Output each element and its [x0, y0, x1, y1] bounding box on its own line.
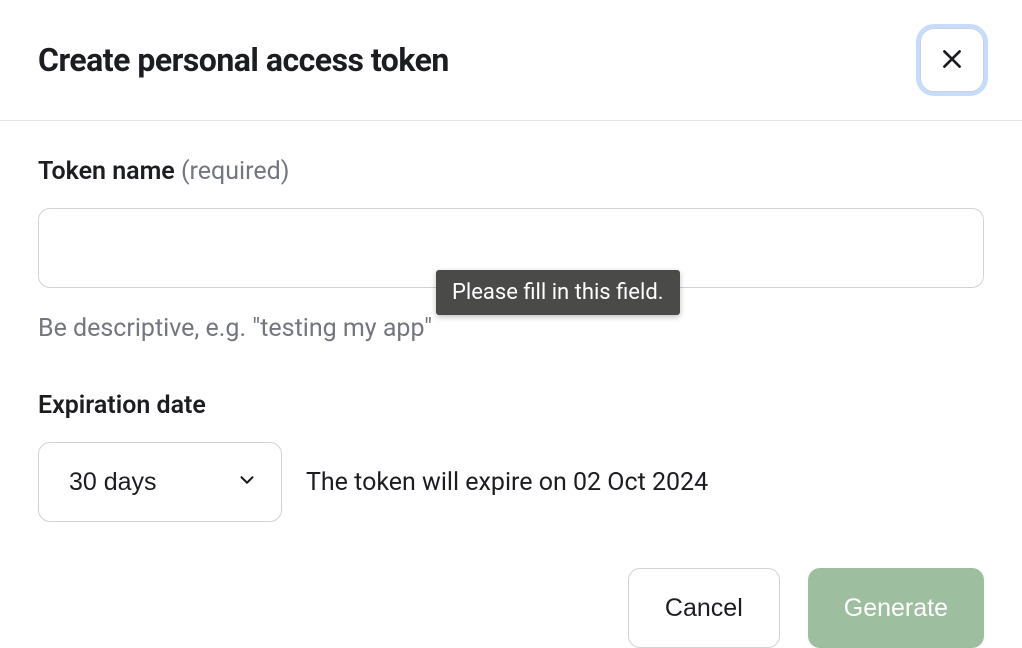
token-name-label-text: Token name	[38, 157, 175, 186]
token-name-label: Token name (required)	[38, 157, 984, 186]
cancel-button[interactable]: Cancel	[628, 568, 780, 648]
validation-tooltip: Please fill in this field.	[436, 270, 680, 315]
token-name-helper: Be descriptive, e.g. "testing my app"	[38, 314, 984, 343]
close-button[interactable]	[920, 28, 984, 92]
expiration-label: Expiration date	[38, 391, 984, 420]
modal-title: Create personal access token	[38, 41, 449, 79]
modal-body: Token name (required) Be descriptive, e.…	[0, 121, 1022, 522]
generate-button[interactable]: Generate	[808, 568, 984, 648]
modal-header: Create personal access token	[0, 0, 1022, 121]
expiration-row: 30 days The token will expire on 02 Oct …	[38, 442, 984, 522]
create-token-modal: Create personal access token Token name …	[0, 0, 1022, 648]
close-icon	[939, 46, 965, 75]
required-hint: (required)	[181, 157, 289, 186]
token-name-field-group: Token name (required) Be descriptive, e.…	[38, 157, 984, 343]
expiration-note: The token will expire on 02 Oct 2024	[306, 468, 708, 497]
expiration-select[interactable]: 30 days	[38, 442, 282, 522]
expiration-select-wrap: 30 days	[38, 442, 282, 522]
modal-footer: Cancel Generate	[628, 568, 984, 648]
expiration-field-group: Expiration date 30 days The token will e…	[38, 391, 984, 522]
